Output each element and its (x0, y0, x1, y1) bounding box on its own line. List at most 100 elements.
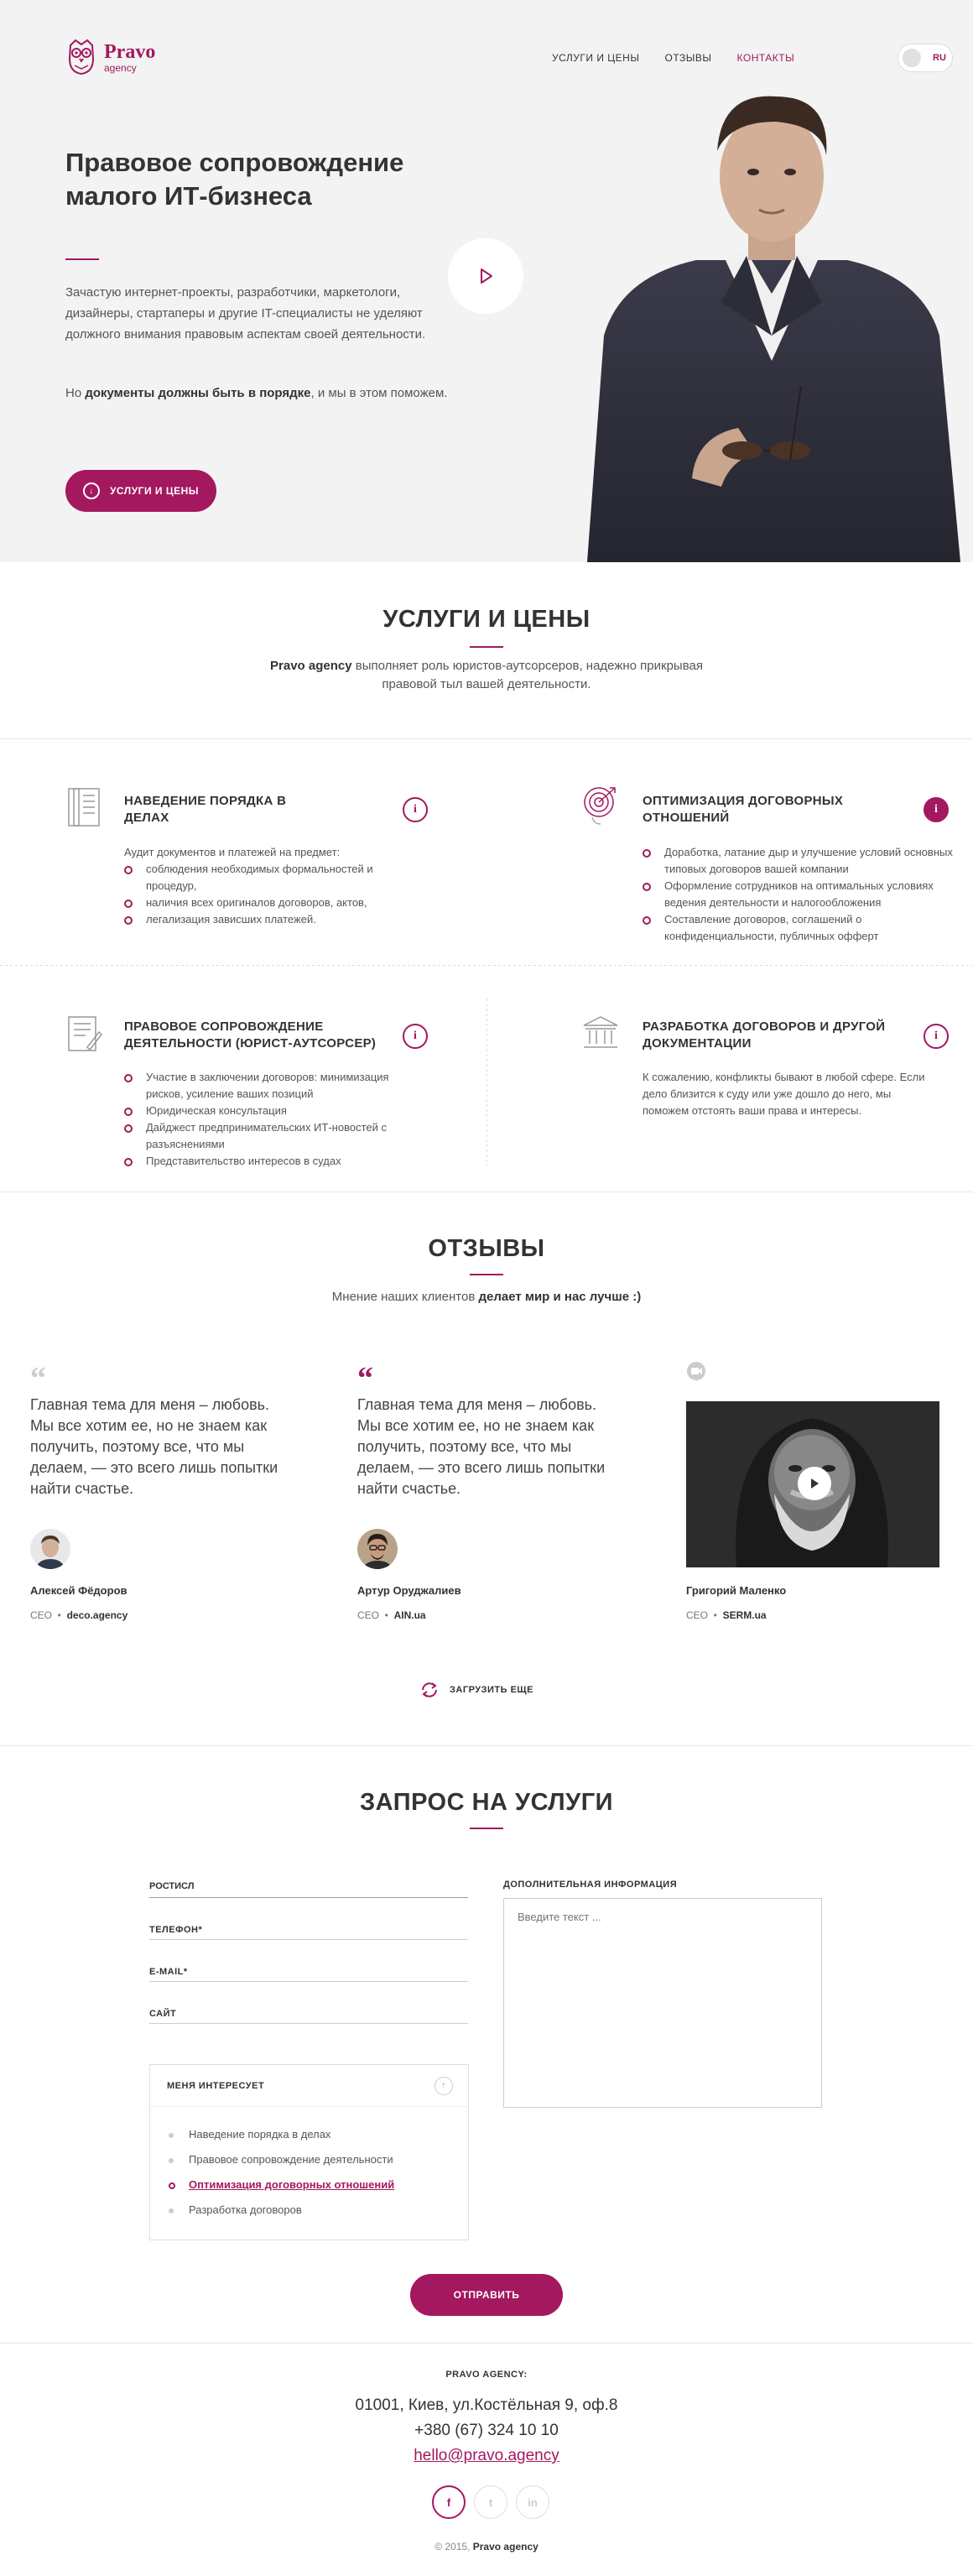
nav-reviews[interactable]: ОТЗЫВЫ (664, 52, 711, 64)
hero-text: Зачастую интернет-проекты, разработчики,… (65, 285, 426, 342)
name-input[interactable] (149, 1881, 468, 1891)
reviews-divider (470, 1274, 503, 1275)
footer-title: PRAVO AGENCY: (445, 2370, 528, 2380)
section-separator (0, 2343, 973, 2344)
service-bullet: Представительство интересов в судах (124, 1153, 426, 1170)
hero-divider (65, 258, 99, 260)
name-field[interactable] (149, 1864, 468, 1898)
courthouse-icon (583, 1016, 618, 1048)
review-text: Главная тема для меня – любовь. Мы все х… (30, 1396, 278, 1497)
extra-info-textarea[interactable] (504, 1899, 821, 2107)
service-bullet: соблюдения необходимых формальностей и п… (124, 861, 409, 894)
reviewer-name: Григорий Маленко (686, 1584, 787, 1597)
logo-title: Pravo (104, 40, 156, 63)
reviewer-company[interactable]: SERM.ua (723, 1609, 767, 1621)
play-video-button[interactable] (448, 238, 523, 314)
reviewer-company[interactable]: deco.agency (67, 1609, 128, 1621)
avatar (357, 1529, 398, 1569)
interest-option[interactable]: Разработка договоров (169, 2198, 468, 2223)
hero-section: Pravo agency УСЛУГИ И ЦЕНЫ ОТЗЫВЫ КОНТАК… (0, 0, 973, 562)
reviews-subtitle: Мнение наших клиентов делает мир и нас л… (0, 1288, 973, 1306)
services-title: УСЛУГИ И ЦЕНЫ (382, 606, 591, 633)
service-bullet: Юридическая консультация (124, 1103, 426, 1119)
footer-address: 01001, Киев, ул.Костёльная 9, оф.8 (355, 2396, 618, 2414)
extra-info-field[interactable] (503, 1898, 822, 2108)
service-bullet: Оформление сотрудников на оптимальных ус… (643, 878, 955, 911)
nav-services[interactable]: УСЛУГИ И ЦЕНЫ (552, 52, 639, 64)
service-title-optimization: ОПТИМИЗАЦИЯ ДОГОВОРНЫХ ОТНОШЕНИЙ (643, 794, 844, 825)
social-links: f t in (432, 2485, 549, 2519)
services-divider (470, 646, 503, 648)
hero-title: Правовое сопровождение малого ИТ-бизнеса (65, 148, 404, 211)
reviewer-name: Артур Оруджалиев (357, 1584, 461, 1597)
footer-phone[interactable]: +380 (67) 324 10 10 (0, 2418, 973, 2443)
reviewer-company[interactable]: AIN.ua (394, 1609, 426, 1621)
hero-text-2: Но документы должны быть в порядке, и мы… (65, 383, 451, 404)
service-column-separator (486, 999, 487, 1166)
hero-button-label: УСЛУГИ И ЦЕНЫ (109, 485, 200, 497)
interest-option[interactable]: Наведение порядка в делах (169, 2122, 468, 2147)
copyright-brand: Pravo agency (472, 2541, 539, 2553)
service-bullet: Составление договоров, соглашений о конф… (643, 911, 955, 945)
section-separator (0, 1745, 973, 1746)
logo-subtitle: agency (104, 61, 137, 74)
play-icon (481, 269, 492, 284)
service-body-order: Аудит документов и платежей на предмет: … (124, 844, 409, 928)
target-icon (584, 787, 616, 825)
load-more-button[interactable]: ЗАГРУЗИТЬ ЕЩЕ (419, 1680, 533, 1700)
chevron-up-icon[interactable]: ↑ (434, 2076, 453, 2095)
footer-email[interactable]: hello@pravo.agency (0, 2443, 973, 2469)
service-title-support: ПРАВОВОЕ СОПРОВОЖДЕНИЕ ДЕЯТЕЛЬНОСТИ (ЮРИ… (124, 1019, 377, 1051)
service-bullet: Дайджест предпринимательских ИТ-новостей… (124, 1119, 426, 1153)
email-field[interactable]: E-MAIL* (149, 1948, 468, 1982)
reviewer-meta: CEO • SERM.ua (686, 1609, 767, 1621)
twitter-icon[interactable]: t (474, 2485, 507, 2519)
video-icon (687, 1362, 705, 1380)
service-body-optimization: Доработка, латание дыр и улучшение услов… (643, 844, 955, 945)
video-play-button[interactable] (798, 1467, 831, 1500)
avatar (30, 1529, 70, 1569)
service-body-development: К сожалению, конфликты бывают в любой сф… (643, 1071, 925, 1117)
reviewer-role: CEO (30, 1609, 53, 1621)
hero-text-2-post: , и мы в этом поможем. (310, 386, 448, 400)
reviews-subtitle-text: Мнение наших клиентов (331, 1290, 479, 1304)
service-bullet: Доработка, латание дыр и улучшение услов… (643, 844, 955, 878)
service-body-support: Участие в заключении договоров: минимиза… (124, 1069, 426, 1170)
hero-portrait-image (587, 96, 960, 562)
arrow-down-icon: ↓ (82, 482, 100, 499)
interest-option[interactable]: Правовое сопровождение деятельности (169, 2147, 468, 2172)
site-label: САЙТ (149, 2009, 177, 2019)
interest-option-selected[interactable]: Оптимизация договорных отношений (169, 2172, 468, 2198)
info-icon[interactable]: i (924, 1024, 949, 1049)
load-more-label: ЗАГРУЗИТЬ ЕЩЕ (450, 1685, 533, 1695)
extra-info-label: ДОПОЛНИТЕЛЬНАЯ ИНФОРМАЦИЯ (503, 1880, 678, 1890)
hero-services-button[interactable]: ↓ УСЛУГИ И ЦЕНЫ (65, 470, 216, 512)
logo[interactable]: Pravo agency (65, 39, 155, 76)
interests-label: МЕНЯ ИНТЕРЕСУЕТ (167, 2080, 265, 2091)
interests-dropdown[interactable]: МЕНЯ ИНТЕРЕСУЕТ ↑ Наведение порядка в де… (149, 2064, 469, 2240)
copyright: © 2015, Pravo agency (0, 2541, 973, 2553)
facebook-icon[interactable]: f (432, 2485, 466, 2519)
service-bullet: легализация зависших платежей. (124, 911, 409, 928)
phone-field[interactable]: ТЕЛЕФОН* (149, 1906, 468, 1940)
reviewer-role: CEO (686, 1609, 709, 1621)
interests-header[interactable]: МЕНЯ ИНТЕРЕСУЕТ ↑ (150, 2065, 468, 2107)
document-icon (68, 788, 100, 827)
hero-text-2-pre: Но (65, 386, 86, 400)
info-icon[interactable]: i (403, 1024, 428, 1049)
reviewer-meta: CEO • AIN.ua (357, 1609, 426, 1621)
services-subtitle: Pravo agency выполняет роль юристов-аутс… (0, 657, 973, 694)
nav-contacts[interactable]: КОНТАКТЫ (737, 52, 795, 64)
email-label: E-MAIL* (149, 1967, 188, 1977)
info-icon[interactable]: i (403, 797, 428, 822)
refresh-icon (422, 1682, 437, 1697)
language-toggle[interactable]: RU (898, 44, 953, 72)
service-title-order: НАВЕДЕНИЕ ПОРЯДКА В ДЕЛАХ (124, 794, 287, 825)
submit-button[interactable]: ОТПРАВИТЬ (410, 2274, 563, 2316)
hero-text-2-bold: документы должны быть в порядке (85, 386, 311, 400)
site-field[interactable]: САЙТ (149, 1990, 468, 2024)
linkedin-icon[interactable]: in (516, 2485, 549, 2519)
video-review-thumbnail[interactable] (686, 1401, 939, 1567)
info-icon-active[interactable]: i (924, 797, 949, 822)
main-nav: УСЛУГИ И ЦЕНЫ ОТЗЫВЫ КОНТАКТЫ (552, 52, 794, 64)
